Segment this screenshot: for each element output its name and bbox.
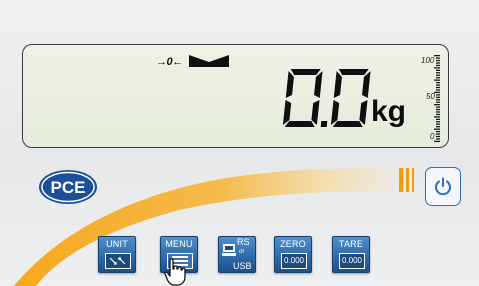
bar-graph-segment [436, 72, 440, 74]
bar-graph-segment [436, 121, 440, 123]
zero-button-value: 0.000 [283, 256, 305, 265]
bar-graph-segment [436, 138, 440, 140]
bar-graph-segment [434, 55, 440, 57]
bar-graph-segment [436, 108, 440, 111]
bar-graph-segment [434, 140, 440, 143]
bar-graph-segment [436, 62, 440, 64]
rs-usb-button[interactable]: RS or USB [218, 236, 256, 273]
svg-text:PCE: PCE [51, 178, 86, 197]
unit-label: kg [371, 95, 407, 128]
bar-graph-segment [434, 128, 440, 130]
bar-graph-segment [436, 89, 440, 91]
capacity-bar-graph [434, 55, 440, 143]
bar-graph-segment [436, 94, 440, 96]
stable-indicator-icon [189, 55, 229, 67]
svg-text:0.0: 0.0 [279, 67, 281, 68]
bar-graph-segment [436, 69, 440, 71]
bar-graph-segment [436, 59, 440, 62]
computer-icon [222, 244, 236, 256]
bar-graph-segment [436, 118, 440, 120]
bar-graph-segment [436, 77, 440, 79]
bar-graph-segment [436, 126, 440, 128]
bar-graph-segment [436, 130, 440, 133]
tare-button[interactable]: TARE 0.000 [332, 236, 370, 273]
bar-graph-segment [436, 74, 440, 76]
bar-graph-segment [436, 135, 440, 138]
bar-graph-segment [436, 86, 440, 89]
bar-graph-segment [434, 104, 440, 106]
menu-button-label: MENU [165, 239, 193, 249]
bar-graph-segment [436, 101, 440, 103]
hand-cursor-icon [164, 258, 186, 286]
unit-button[interactable]: UNIT [98, 236, 136, 273]
bar-graph-segment [436, 57, 440, 59]
weight-value: 0.0 [23, 45, 24, 46]
bar-graph-segment [434, 91, 440, 94]
bar-graph-segment [434, 116, 440, 118]
rs-label: RS [237, 237, 250, 247]
bar-graph-segment [436, 84, 440, 86]
bar-graph-segment [436, 123, 440, 125]
unit-button-label: UNIT [106, 239, 128, 249]
bar-graph-segment [436, 64, 440, 67]
lcd-display: →0← 0.0 kg 100 50 0 [22, 44, 449, 148]
zero-indicator: →0← [156, 56, 183, 68]
scale-control-panel: →0← 0.0 kg 100 50 0 PCE UNIT MENU RS or … [0, 0, 479, 286]
power-button[interactable] [425, 167, 461, 206]
zero-value-box: 0.000 [281, 253, 307, 269]
bar-graph-segment [436, 99, 440, 101]
weight-reading: 0.0 [279, 67, 371, 127]
pce-logo: PCE [39, 170, 97, 204]
or-label: or [239, 249, 245, 255]
zero-button[interactable]: ZERO 0.000 [274, 236, 312, 273]
usb-label: USB [233, 261, 252, 271]
bar-graph-segment [436, 106, 440, 108]
bar-graph-segment [436, 133, 440, 135]
bar-graph-segment [436, 96, 440, 98]
power-icon [435, 177, 451, 195]
zero-button-label: ZERO [280, 239, 306, 249]
bar-graph-segment [436, 113, 440, 116]
tare-button-value: 0.000 [341, 256, 363, 265]
tare-value-box: 0.000 [339, 253, 365, 269]
bar-graph-segment [434, 79, 440, 81]
bar-graph-segment [434, 67, 440, 69]
bar-graph-segment [436, 81, 440, 84]
bar-graph-segment [436, 111, 440, 113]
unit-switch-icon [105, 253, 131, 269]
tare-button-label: TARE [338, 239, 364, 249]
